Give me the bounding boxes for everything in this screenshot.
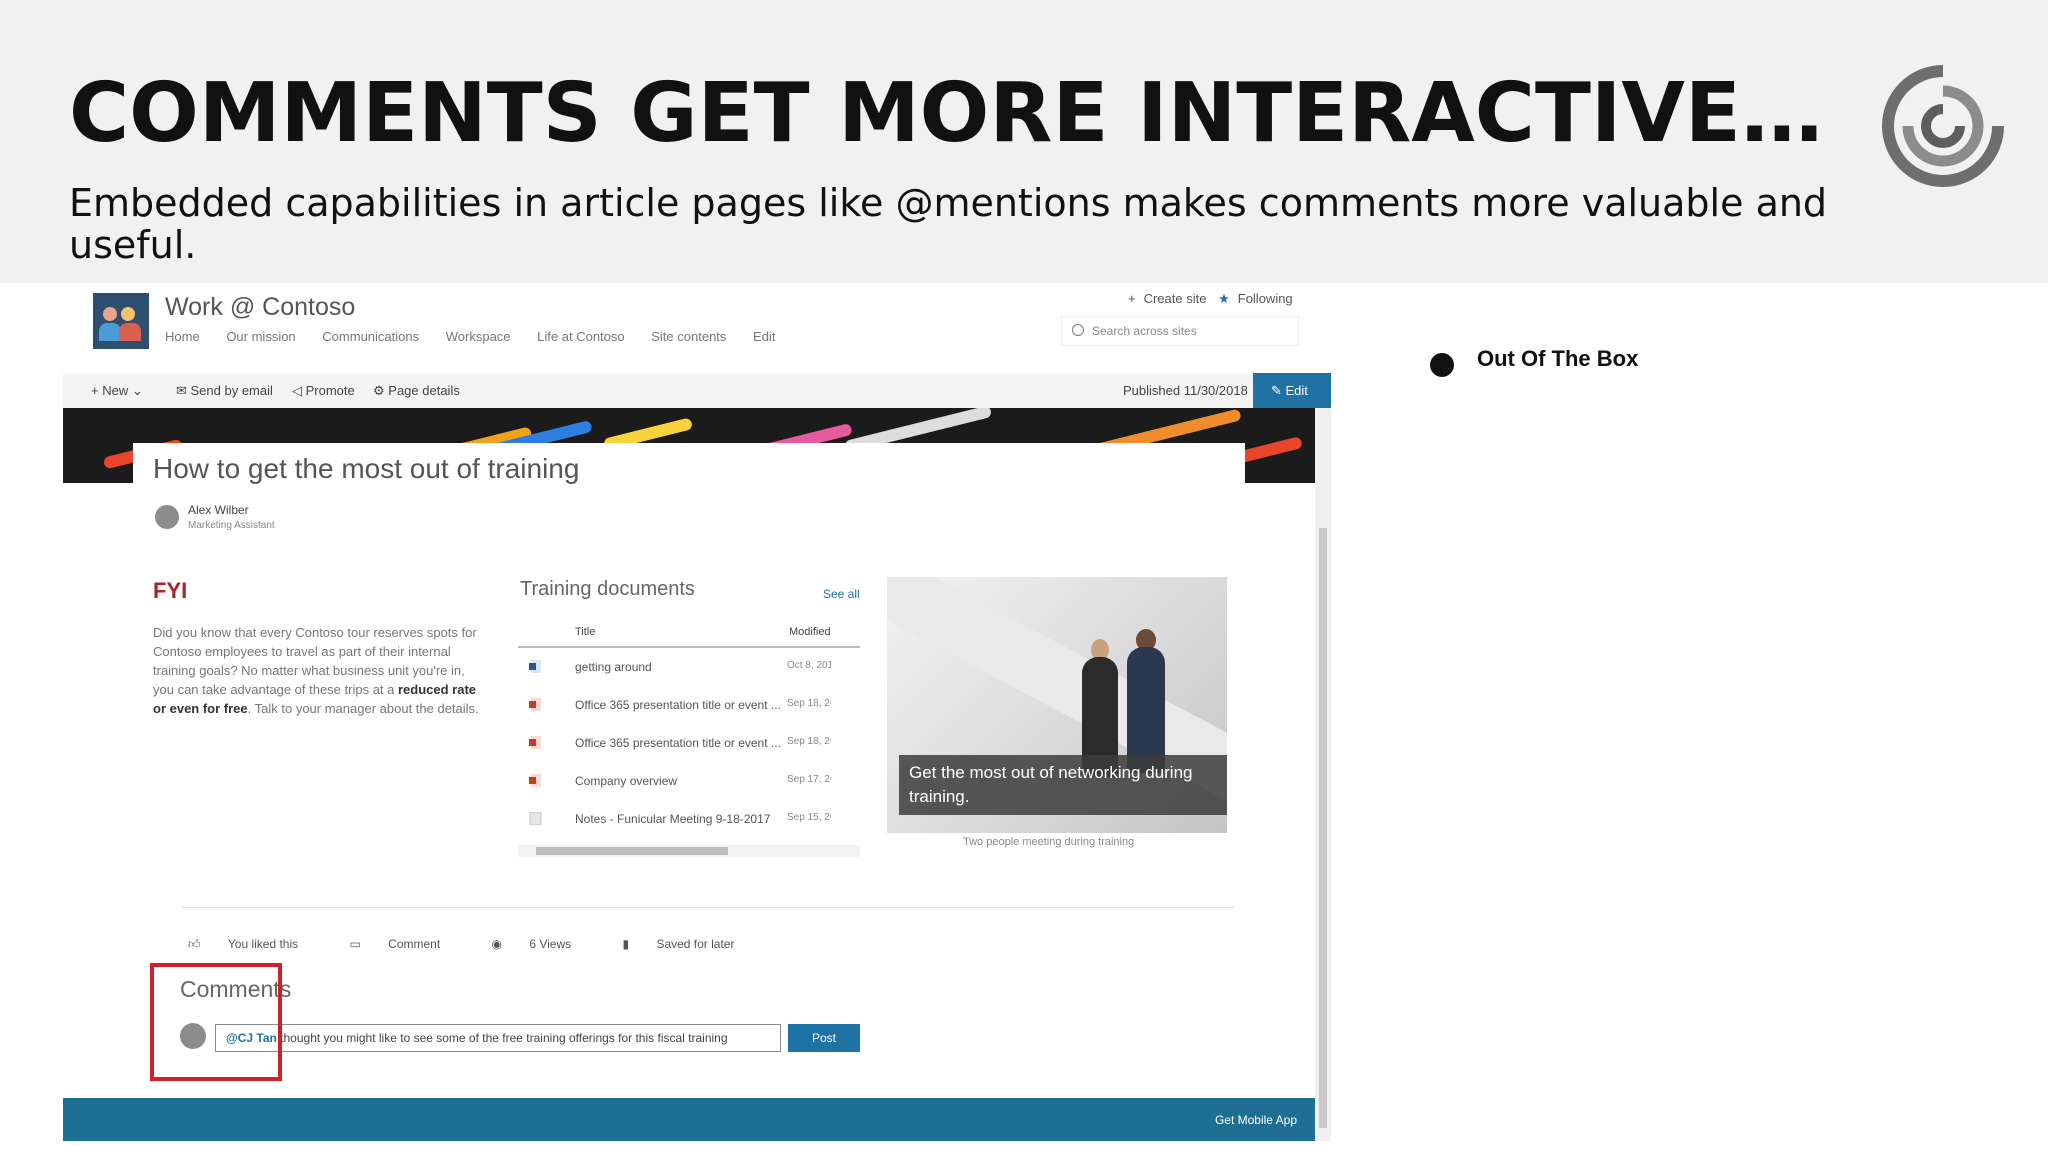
slide-subtitle: Embedded capabilities in article pages l… bbox=[69, 181, 1828, 267]
site-header: Work @ Contoso Home Our mission Communic… bbox=[63, 283, 1331, 373]
author-role: Marketing Assistant bbox=[188, 520, 275, 531]
plus-icon: + bbox=[91, 383, 103, 398]
pencil-icon: ✎ bbox=[1271, 383, 1286, 398]
bookmark-icon: ▮ bbox=[622, 937, 633, 951]
nav-our-mission[interactable]: Our mission bbox=[226, 329, 295, 344]
fyi-text: Did you know that every Contoso tour res… bbox=[153, 625, 479, 716]
table-row[interactable]: Notes - Funicular Meeting 9-18-2017 Sep … bbox=[518, 800, 860, 838]
new-button[interactable]: + New ⌄ bbox=[91, 383, 143, 399]
edit-button[interactable]: ✎ Edit bbox=[1253, 373, 1331, 408]
mail-icon: ✉ bbox=[176, 383, 191, 398]
author-name[interactable]: Alex Wilber bbox=[188, 503, 249, 517]
table-row[interactable]: Office 365 presentation title or event .… bbox=[518, 686, 860, 724]
promote-label: Promote bbox=[305, 383, 355, 398]
search-placeholder: Search across sites bbox=[1092, 324, 1197, 338]
create-site-link[interactable]: Create site bbox=[1144, 291, 1207, 306]
star-icon: ★ bbox=[1218, 291, 1230, 306]
site-logo-icon[interactable] bbox=[93, 293, 149, 349]
nav-site-contents[interactable]: Site contents bbox=[651, 329, 726, 344]
doc-name[interactable]: Office 365 presentation title or event .… bbox=[575, 698, 781, 712]
doc-name[interactable]: Office 365 presentation title or event .… bbox=[575, 736, 781, 750]
top-links: + Create site ★ Following bbox=[1128, 291, 1301, 307]
like-button[interactable]: 👍︎ You liked this bbox=[188, 937, 322, 951]
megaphone-icon: ◁ bbox=[292, 383, 306, 398]
nav-edit[interactable]: Edit bbox=[753, 329, 775, 344]
nav-home[interactable]: Home bbox=[165, 329, 200, 344]
published-date: Published 11/30/2018 bbox=[1123, 383, 1248, 398]
table-row[interactable]: Office 365 presentation title or event .… bbox=[518, 724, 860, 762]
powerpoint-doc-icon bbox=[529, 698, 541, 711]
hero-image[interactable]: Get the most out of networking during tr… bbox=[887, 577, 1227, 833]
mobile-app-bar: Get Mobile App bbox=[63, 1098, 1315, 1141]
comment-icon: ▭ bbox=[349, 937, 365, 951]
fyi-heading: FYI bbox=[153, 578, 188, 603]
doc-modified: Sep 17, 2C bbox=[787, 774, 831, 785]
powerpoint-doc-icon bbox=[529, 774, 541, 787]
training-docs-title: Training documents bbox=[520, 578, 695, 600]
site-name[interactable]: Work @ Contoso bbox=[165, 293, 355, 322]
promote-button[interactable]: ◁ Promote bbox=[292, 383, 355, 399]
table-header: Title Modified bbox=[518, 616, 860, 648]
slide-title: COMMENTS GET MORE INTERACTIVE… bbox=[69, 66, 1823, 161]
post-button[interactable]: Post bbox=[788, 1024, 860, 1052]
new-label: New bbox=[102, 383, 129, 398]
save-for-later-button[interactable]: ▮ Saved for later bbox=[623, 937, 759, 951]
col-title[interactable]: Title bbox=[575, 626, 595, 638]
doc-name[interactable]: Notes - Funicular Meeting 9-18-2017 bbox=[575, 812, 770, 826]
nav-workspace[interactable]: Workspace bbox=[446, 329, 511, 344]
site-nav: Home Our mission Communications Workspac… bbox=[165, 329, 798, 344]
article-title: How to get the most out of training bbox=[153, 453, 580, 484]
gear-icon: ⚙ bbox=[373, 383, 389, 398]
col-modified[interactable]: Modified bbox=[789, 626, 831, 638]
slide-header: COMMENTS GET MORE INTERACTIVE… Embedded … bbox=[0, 0, 2048, 283]
search-icon bbox=[1072, 324, 1084, 336]
sharepoint-screenshot: Work @ Contoso Home Our mission Communic… bbox=[63, 283, 1331, 1141]
doc-modified: Sep 18, 2C bbox=[787, 736, 831, 747]
bullet-text: Out Of The Box bbox=[1477, 346, 1639, 371]
search-box[interactable]: Search across sites bbox=[1061, 316, 1299, 346]
edit-label: Edit bbox=[1285, 383, 1308, 398]
training-docs-table: Title Modified getting around Oct 8, 201… bbox=[518, 616, 860, 838]
horizontal-scrollbar[interactable] bbox=[518, 845, 860, 857]
see-all-link[interactable]: See all bbox=[823, 587, 860, 601]
get-mobile-app-link[interactable]: Get Mobile App bbox=[1215, 1113, 1297, 1127]
nav-life-at-contoso[interactable]: Life at Contoso bbox=[537, 329, 624, 344]
highlight-box bbox=[150, 963, 282, 1081]
hero-image-alt-caption: Two people meeting during training bbox=[963, 836, 1135, 848]
vertical-scrollbar[interactable] bbox=[1315, 408, 1331, 1141]
comment-button[interactable]: ▭ Comment bbox=[350, 937, 465, 951]
doc-modified: Oct 8, 201 bbox=[787, 660, 831, 671]
command-bar: + New ⌄ ✉ Send by email ◁ Promote ⚙ Page… bbox=[63, 373, 1331, 408]
eye-icon: ◉ bbox=[491, 937, 506, 951]
plus-icon: + bbox=[1128, 291, 1136, 306]
doc-modified: Sep 18, 2C bbox=[787, 698, 831, 709]
doc-modified: Sep 15, 2C bbox=[787, 812, 831, 823]
swirl-logo-icon bbox=[1882, 65, 2004, 187]
bullet-dot bbox=[1430, 353, 1454, 377]
word-doc-icon bbox=[529, 660, 541, 673]
following-link[interactable]: Following bbox=[1238, 291, 1293, 306]
comment-input[interactable]: @CJ Tan thought you might like to see so… bbox=[215, 1024, 781, 1052]
views-count: ◉ 6 Views bbox=[491, 937, 572, 951]
author-avatar[interactable] bbox=[155, 505, 179, 529]
send-email-label: Send by email bbox=[190, 383, 273, 398]
table-row[interactable]: Company overview Sep 17, 2C bbox=[518, 762, 860, 800]
comment-text: thought you might like to see some of th… bbox=[276, 1031, 728, 1045]
powerpoint-doc-icon bbox=[529, 736, 541, 749]
doc-name[interactable]: Company overview bbox=[575, 774, 677, 788]
thumbs-up-icon: 👍︎ bbox=[188, 937, 204, 951]
send-email-button[interactable]: ✉ Send by email bbox=[176, 383, 273, 399]
table-row[interactable]: getting around Oct 8, 201 bbox=[518, 648, 860, 686]
hero-caption: Get the most out of networking during tr… bbox=[899, 755, 1227, 815]
page-details-button[interactable]: ⚙ Page details bbox=[373, 383, 460, 399]
page-details-label: Page details bbox=[388, 383, 460, 398]
nav-communications[interactable]: Communications bbox=[322, 329, 419, 344]
social-bar: 👍︎ You liked this ▭ Comment ◉ 6 Views ▮ … bbox=[188, 937, 782, 952]
doc-name[interactable]: getting around bbox=[575, 660, 652, 674]
divider bbox=[181, 907, 1235, 908]
chevron-down-icon: ⌄ bbox=[131, 383, 143, 398]
generic-doc-icon bbox=[529, 812, 542, 825]
